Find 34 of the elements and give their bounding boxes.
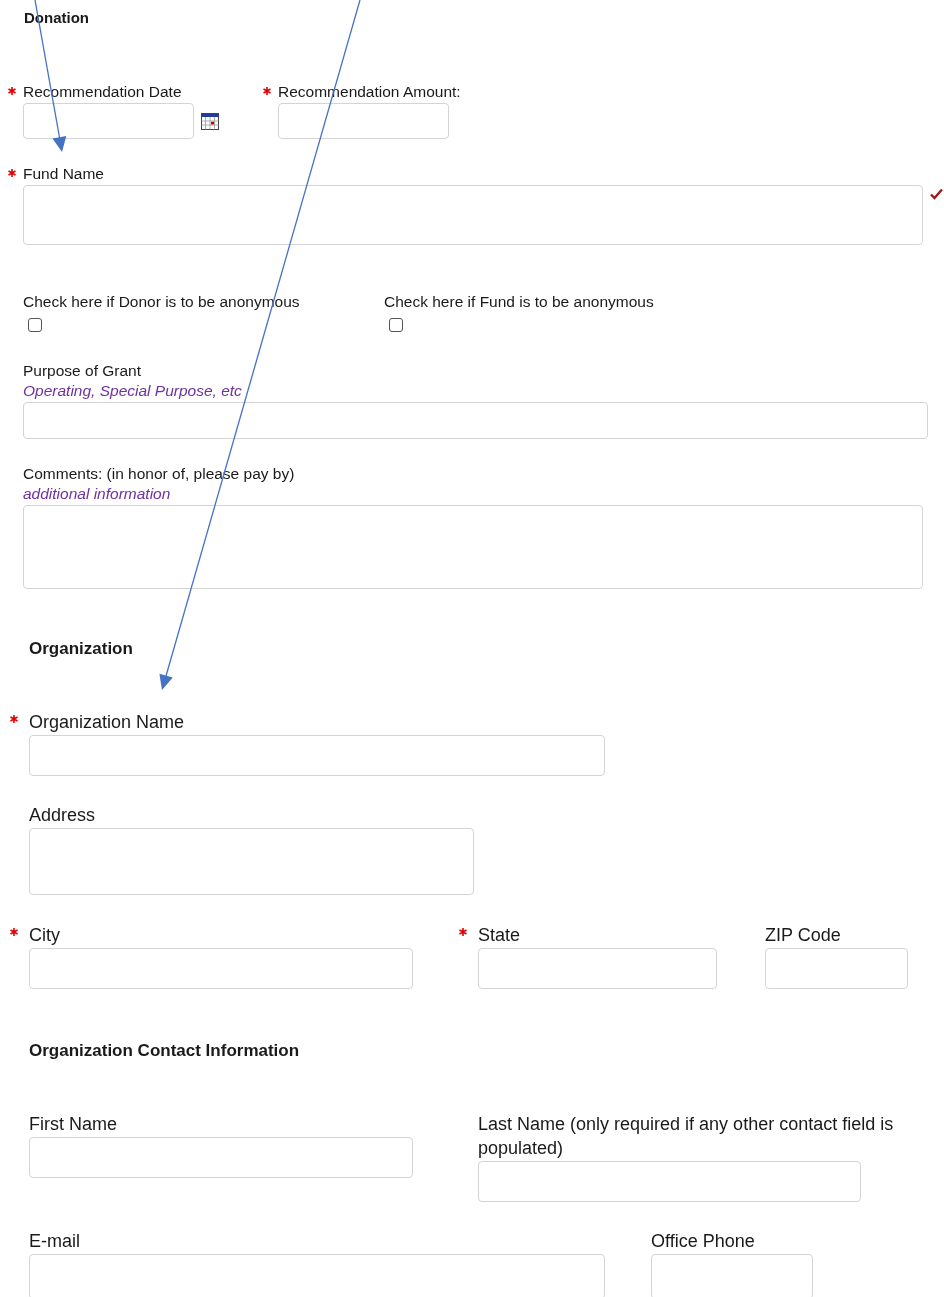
checkbox[interactable] xyxy=(389,318,403,332)
input-field[interactable] xyxy=(278,103,449,139)
text-area[interactable] xyxy=(29,828,474,895)
field-label: Office Phone xyxy=(651,1230,756,1253)
input-field[interactable] xyxy=(478,948,717,989)
field-label: City xyxy=(29,924,61,947)
field-label: Recommendation Date xyxy=(23,82,183,102)
input-field[interactable] xyxy=(29,1254,605,1297)
field-label: Address xyxy=(29,804,97,827)
text-area[interactable] xyxy=(23,505,923,589)
input-field[interactable] xyxy=(29,1137,413,1178)
field-label: E-mail xyxy=(29,1230,81,1253)
field-label: Organization Name xyxy=(29,711,186,734)
section-title: Organization xyxy=(29,638,134,660)
field-label: Check here if Fund is to be anonymous xyxy=(384,292,655,312)
field-label: First Name xyxy=(29,1113,118,1136)
input-field[interactable] xyxy=(23,402,928,439)
input-field[interactable] xyxy=(651,1254,813,1297)
input-field[interactable] xyxy=(29,735,605,776)
input-field[interactable] xyxy=(765,948,908,989)
input-field[interactable] xyxy=(23,185,923,245)
section-title: Organization Contact Information xyxy=(29,1040,301,1062)
checkbox[interactable] xyxy=(28,318,42,332)
field-label: Purpose of Grant xyxy=(23,361,143,381)
field-label: State xyxy=(478,924,522,947)
calendar-icon[interactable] xyxy=(201,113,219,130)
field-hint: additional information xyxy=(23,484,171,504)
field-label: ZIP Code xyxy=(765,924,842,947)
input-field[interactable] xyxy=(23,103,194,139)
field-hint: Operating, Special Purpose, etc xyxy=(23,381,242,401)
field-label: Last Name (only required if any other contact field is populated) xyxy=(478,1113,895,1160)
input-field[interactable] xyxy=(478,1161,861,1202)
input-field[interactable] xyxy=(29,948,413,989)
field-label: Fund Name xyxy=(23,164,105,184)
